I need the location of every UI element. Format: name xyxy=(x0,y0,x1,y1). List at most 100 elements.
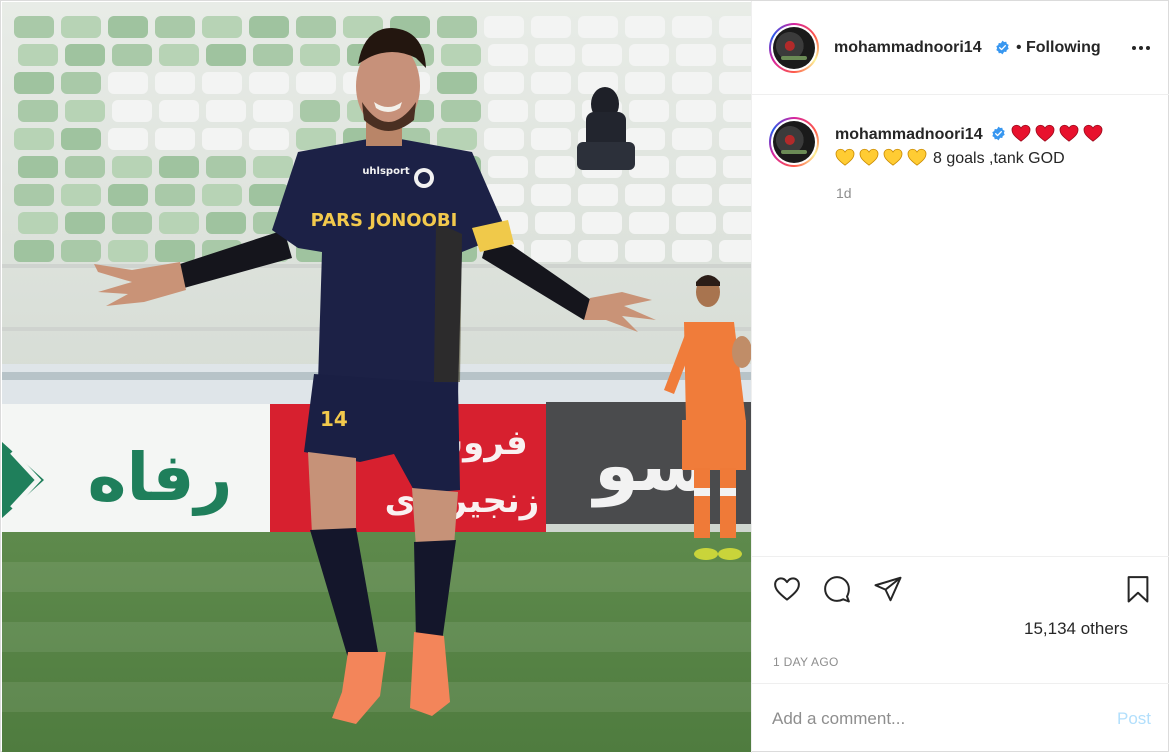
stadium-seat xyxy=(672,240,712,262)
likes-count[interactable]: 15,134 others xyxy=(1024,619,1128,639)
stadium-seat xyxy=(672,72,712,94)
stadium-seat xyxy=(676,44,716,66)
share-icon[interactable] xyxy=(873,574,903,604)
stadium-seat xyxy=(625,16,665,38)
stadium-seat xyxy=(535,212,575,234)
stadium-seat xyxy=(112,212,152,234)
stadium-seat xyxy=(300,44,340,66)
comment-icon[interactable] xyxy=(822,574,852,604)
stadium-seat xyxy=(723,44,751,66)
stadium-seat xyxy=(61,184,101,206)
stadium-seat xyxy=(488,44,528,66)
stadium-seat xyxy=(723,100,751,122)
post-side-panel: mohammadnoori14 • Following mohammadnoor… xyxy=(751,1,1169,753)
stadium-seat xyxy=(155,128,195,150)
caption-avatar[interactable] xyxy=(769,117,819,167)
stadium-seat xyxy=(202,184,242,206)
stadium-seat xyxy=(723,212,751,234)
author-username[interactable]: mohammadnoori14 xyxy=(834,39,982,57)
author-avatar[interactable] xyxy=(769,23,819,73)
stadium-seat xyxy=(65,156,105,178)
stadium-seat xyxy=(108,72,148,94)
stadium-seat xyxy=(676,212,716,234)
verified-badge-icon xyxy=(992,126,1005,141)
stadium-seat xyxy=(206,156,246,178)
stadium-seat xyxy=(108,128,148,150)
comment-input[interactable] xyxy=(772,704,1092,734)
post-header: mohammadnoori14 • Following xyxy=(752,1,1169,95)
stadium-seat xyxy=(61,72,101,94)
stadium-seat xyxy=(159,100,199,122)
stadium-seat xyxy=(676,100,716,122)
instagram-post: رفاه فروش زنجیره‌ای سو xyxy=(0,0,1169,753)
yellow-heart-icon xyxy=(907,148,927,166)
stadium-seat xyxy=(112,156,152,178)
stadium-seat xyxy=(625,240,665,262)
caption-timestamp[interactable]: 1d xyxy=(836,185,852,201)
stadium-seat xyxy=(155,72,195,94)
stadium-seat xyxy=(582,212,622,234)
stadium-seat xyxy=(441,44,481,66)
stadium-seat xyxy=(108,16,148,38)
stadium-seat xyxy=(578,240,618,262)
stadium-seat xyxy=(296,16,336,38)
stadium-seat xyxy=(672,128,712,150)
jersey-brand-text: uhlsport xyxy=(362,166,410,177)
stadium-seat xyxy=(296,72,336,94)
shorts-number: 14 xyxy=(320,407,348,431)
stadium-seat xyxy=(202,128,242,150)
stadium-seat xyxy=(719,16,751,38)
stadium-seat xyxy=(61,16,101,38)
stadium-seat xyxy=(159,156,199,178)
like-heart-icon[interactable] xyxy=(772,574,802,604)
more-options-icon[interactable] xyxy=(1128,37,1154,59)
stadium-seat xyxy=(629,100,669,122)
stadium-seat xyxy=(61,128,101,150)
caption-username[interactable]: mohammadnoori14 xyxy=(835,126,983,143)
post-time-ago[interactable]: 1 DAY AGO xyxy=(773,655,839,669)
stadium-seat xyxy=(578,16,618,38)
stadium-seat xyxy=(719,240,751,262)
stadium-seat xyxy=(531,16,571,38)
stadium-seat xyxy=(531,128,571,150)
save-bookmark-icon[interactable] xyxy=(1123,574,1153,604)
stadium-seat xyxy=(676,156,716,178)
stadium-seat xyxy=(484,128,524,150)
stadium-seat xyxy=(719,128,751,150)
stadium-seat xyxy=(488,100,528,122)
stadium-seat xyxy=(65,212,105,234)
yellow-heart-icon xyxy=(859,148,879,166)
following-button[interactable]: Following xyxy=(1026,39,1101,57)
stadium-seat xyxy=(159,212,199,234)
stadium-seat xyxy=(582,44,622,66)
stadium-seat xyxy=(155,16,195,38)
stadium-seat xyxy=(202,72,242,94)
stadium-seat xyxy=(14,16,54,38)
stadium-seat xyxy=(531,184,571,206)
stadium-seat xyxy=(18,212,58,234)
stadium-seat xyxy=(535,44,575,66)
stadium-seat xyxy=(206,44,246,66)
stadium-seat xyxy=(488,156,528,178)
post-comment-button[interactable]: Post xyxy=(1117,709,1151,729)
stadium-seat xyxy=(629,44,669,66)
stadium-seat xyxy=(159,44,199,66)
stadium-seat xyxy=(14,240,54,262)
comments-area: mohammadnoori14 8 goals ,tank GOD 1d xyxy=(752,95,1169,556)
stadium-seat xyxy=(14,184,54,206)
stadium-seat xyxy=(441,100,481,122)
stadium-seat xyxy=(61,240,101,262)
stadium-seat xyxy=(625,72,665,94)
stadium-seat xyxy=(155,184,195,206)
ad-chain-line2: زنجیره‌ای xyxy=(385,481,540,521)
stadium-seat xyxy=(18,44,58,66)
stadium-seat xyxy=(300,100,340,122)
stadium-seat xyxy=(14,72,54,94)
stadium-seat xyxy=(249,72,289,94)
stadium-seat xyxy=(155,240,195,262)
post-photo[interactable]: رفاه فروش زنجیره‌ای سو xyxy=(2,2,751,752)
stadium-seat xyxy=(484,72,524,94)
stadium-seat xyxy=(202,16,242,38)
stadium-seat xyxy=(719,184,751,206)
stadium-seat xyxy=(65,100,105,122)
